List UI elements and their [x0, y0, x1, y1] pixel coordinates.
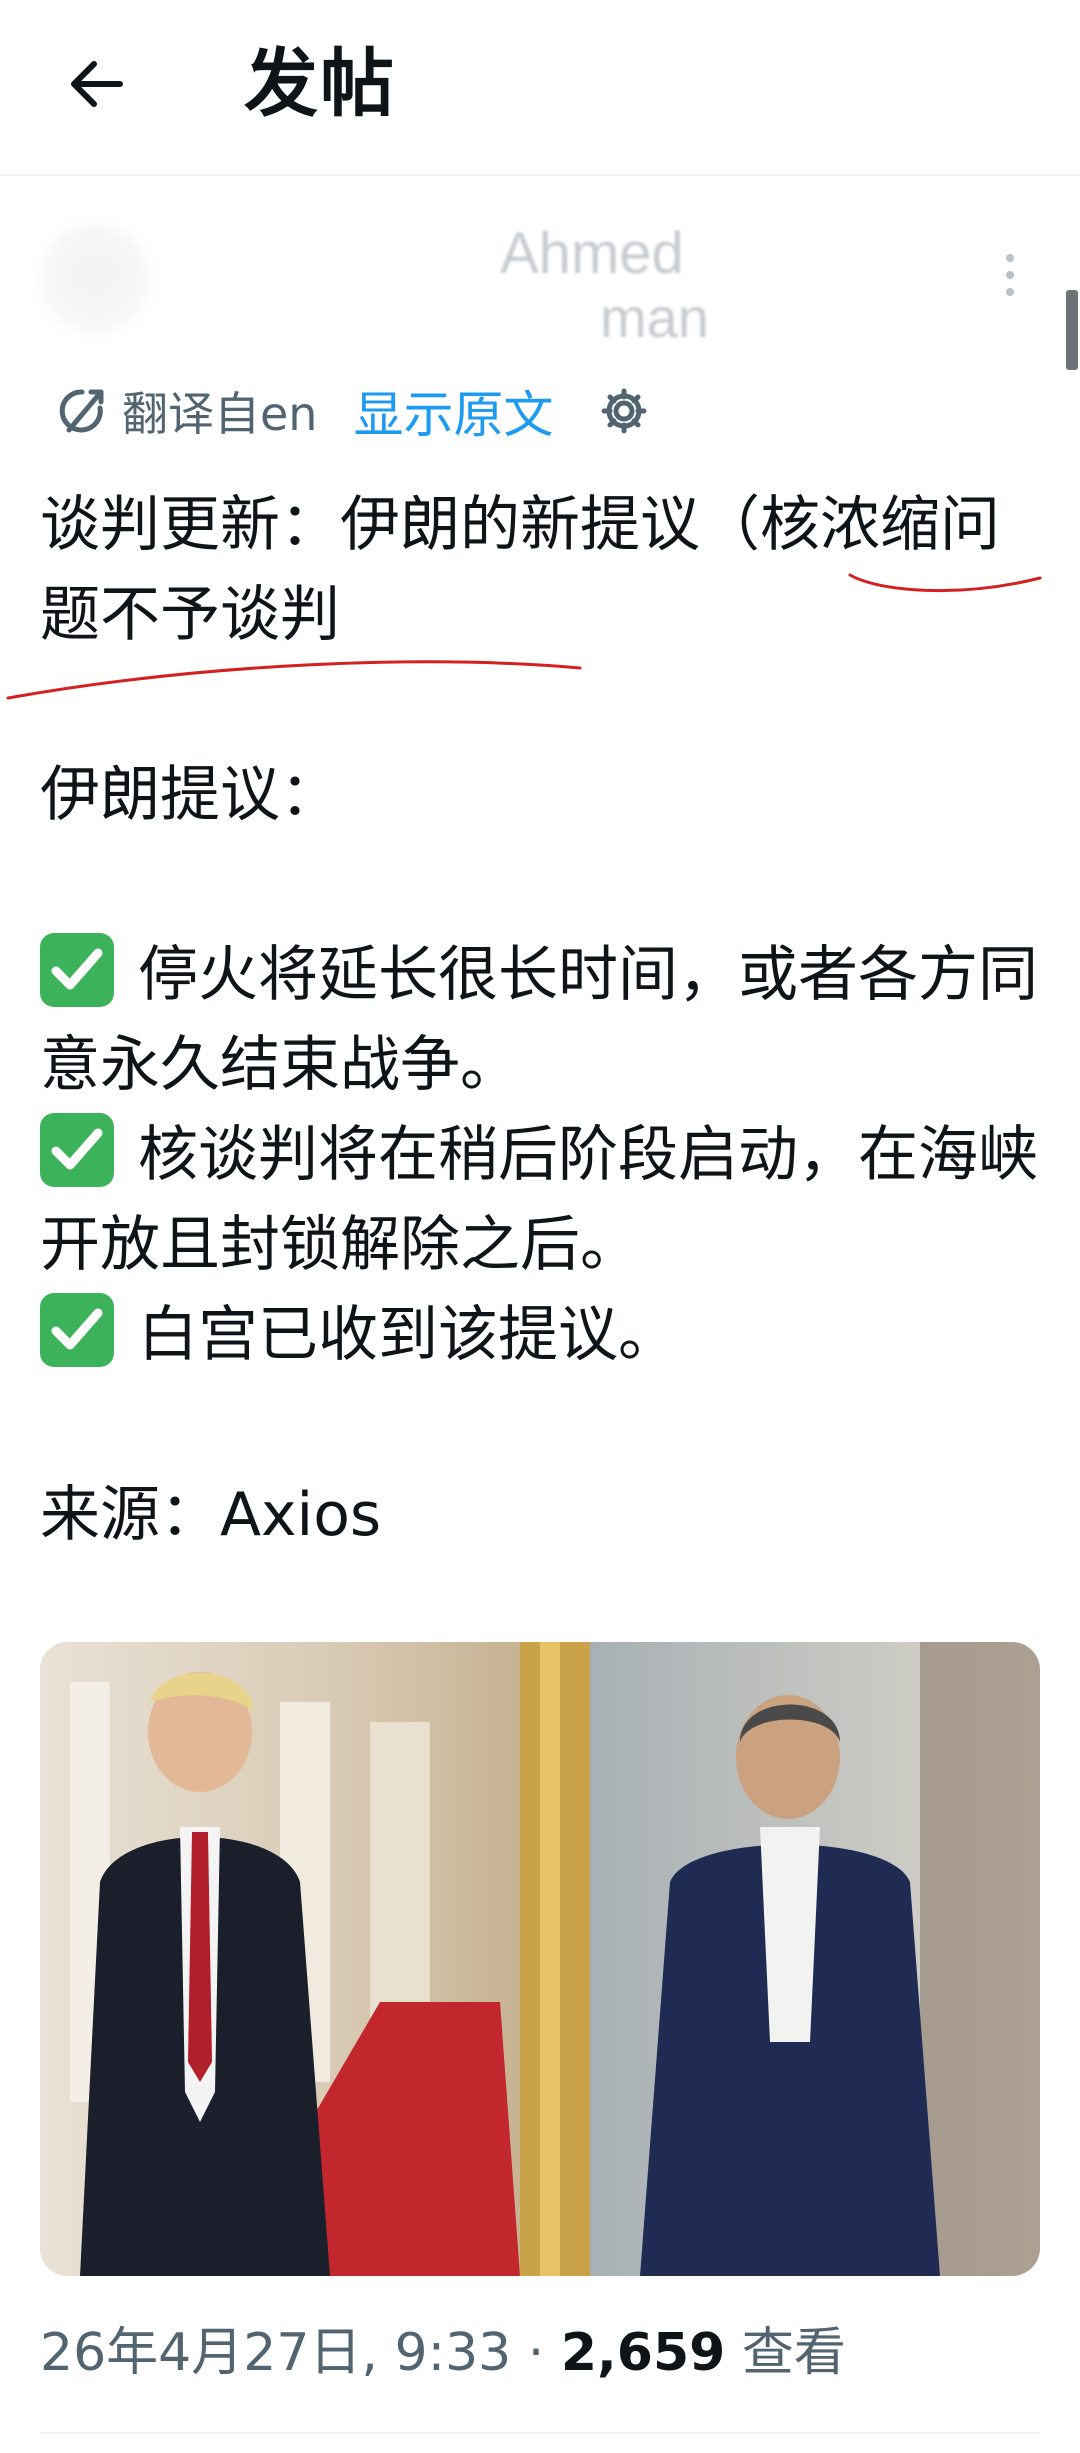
- author-username[interactable]: man: [600, 285, 709, 351]
- proposal-label: 伊朗提议：: [40, 760, 340, 830]
- top-bar: 发帖: [0, 0, 1080, 176]
- arrow-left-icon: [71, 61, 123, 107]
- author-display-name[interactable]: Ahmed: [500, 220, 684, 288]
- post-meta: 26年4月27日, 9:33 · 2,659 查看: [40, 2318, 846, 2388]
- more-dot: [1006, 288, 1014, 296]
- translate-icon: [56, 385, 108, 437]
- views-label: 查看: [725, 2323, 846, 2383]
- list-item-text: 白宫已收到该提议。: [138, 1300, 678, 1370]
- post-headline: 谈判更新：伊朗的新提议（核浓缩问题不予谈判: [40, 490, 1000, 650]
- check-mark-icon: [40, 1293, 114, 1367]
- more-dot: [1006, 271, 1014, 279]
- translated-from-label: 翻译自en: [122, 387, 318, 441]
- list-item: 停火将延长很长时间，或者各方同意永久结束战争。: [40, 930, 1050, 1110]
- photo-illustration: [40, 1642, 1040, 2276]
- list-item: 白宫已收到该提议。: [40, 1290, 1050, 1380]
- avatar[interactable]: [40, 224, 150, 334]
- timestamp[interactable]: 26年4月27日, 9:33 ·: [40, 2323, 561, 2383]
- translation-bar: 翻译自en 显示原文: [56, 376, 651, 446]
- gear-icon[interactable]: [597, 384, 651, 438]
- list-item: 核谈判将在稍后阶段启动，在海峡开放且封锁解除之后。: [40, 1110, 1050, 1290]
- divider: [40, 2432, 1040, 2434]
- check-mark-icon: [40, 1113, 114, 1187]
- list-item-text: 停火将延长很长时间，或者各方同意永久结束战争。: [40, 940, 1038, 1100]
- show-original-link[interactable]: 显示原文: [353, 375, 553, 447]
- post-author[interactable]: Ahmed man: [40, 210, 1040, 370]
- scrollbar[interactable]: [1066, 290, 1078, 370]
- source-line: 来源：Axios: [40, 1480, 382, 1550]
- page-title: 发帖: [244, 41, 396, 127]
- back-button[interactable]: [56, 44, 136, 124]
- post-body: 谈判更新：伊朗的新提议（核浓缩问题不予谈判 伊朗提议： 停火将延长很长时间，或者…: [40, 480, 1050, 1560]
- more-options-button[interactable]: [995, 240, 1025, 310]
- views-count: 2,659: [560, 2323, 726, 2383]
- list-item-text: 核谈判将在稍后阶段启动，在海峡开放且封锁解除之后。: [40, 1120, 1038, 1280]
- check-mark-icon: [40, 933, 114, 1007]
- post-photo[interactable]: [40, 1642, 1040, 2276]
- more-dots-icon: [1006, 254, 1014, 262]
